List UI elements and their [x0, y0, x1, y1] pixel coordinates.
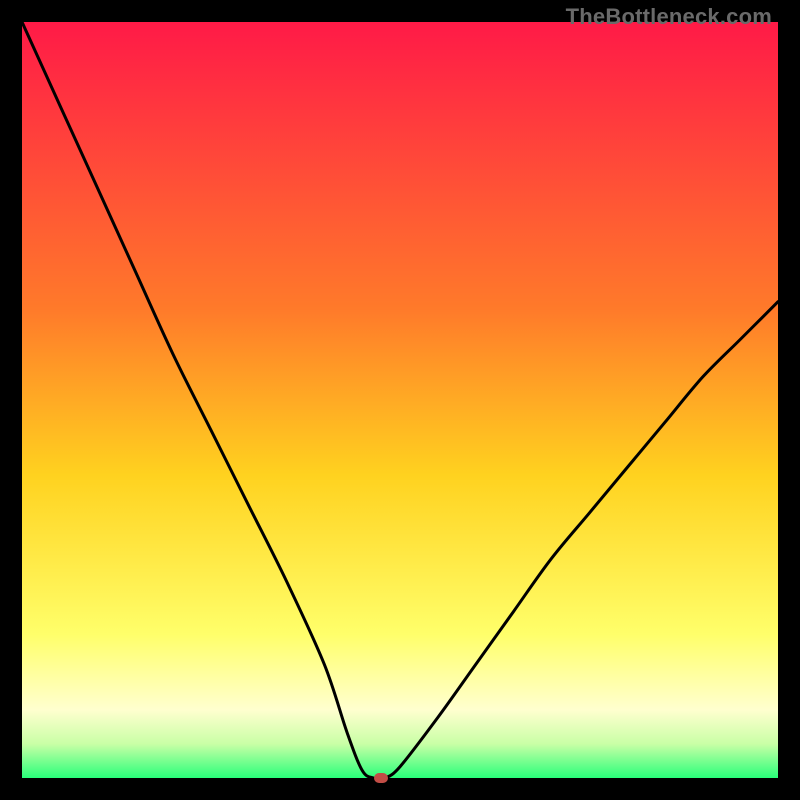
curve-layer	[22, 22, 778, 778]
optimum-marker	[374, 773, 388, 783]
chart-frame: TheBottleneck.com	[0, 0, 800, 800]
bottleneck-curve	[22, 22, 778, 779]
